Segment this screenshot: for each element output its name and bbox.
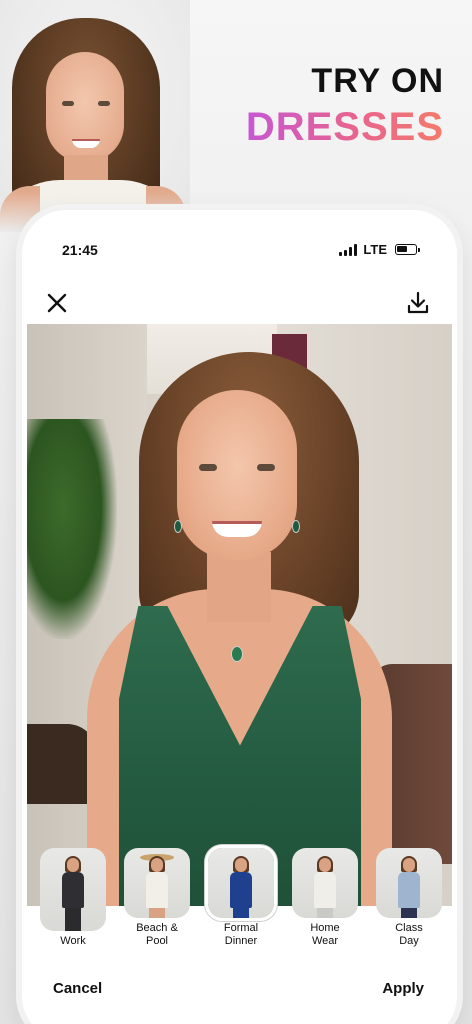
headline-line2: DRESSES — [245, 105, 444, 149]
outfit-top-icon — [314, 872, 336, 908]
outfit-option[interactable]: Class Day — [372, 848, 446, 948]
model-head-icon — [235, 858, 247, 872]
status-time: 21:45 — [62, 242, 98, 258]
class-outfit-thumbnail — [376, 848, 442, 918]
necklace-pendant — [231, 646, 243, 662]
action-bar: Cancel Apply — [22, 980, 457, 1010]
battery-icon — [395, 244, 420, 255]
page: TRY ON DRESSES 21:45 LTE Work Beach & Po… — [0, 0, 472, 1024]
network-label: LTE — [363, 242, 387, 257]
outfit-label: Formal Dinner — [223, 922, 259, 947]
work-outfit-thumbnail — [40, 848, 106, 931]
battery-fill — [397, 246, 407, 252]
signal-icon — [339, 243, 358, 256]
formal-outfit-thumbnail — [208, 848, 274, 918]
earring-right — [292, 520, 300, 533]
outfit-label: Beach & Pool — [136, 922, 178, 947]
room-plant — [27, 419, 117, 639]
outfit-option[interactable]: Beach & Pool — [120, 848, 194, 948]
close-button[interactable] — [44, 290, 70, 316]
model-head-icon — [403, 858, 415, 872]
outfit-selector: Work Beach & Pool Formal Dinner Home Wear Class… — [36, 848, 446, 948]
model-head-icon — [67, 858, 79, 872]
model-eye-right — [257, 464, 275, 471]
outfit-option[interactable]: Work — [36, 848, 110, 948]
outfit-label: Work — [60, 935, 86, 947]
selfie-eye-left — [62, 101, 74, 106]
headline: TRY ON DRESSES — [246, 62, 444, 150]
beach-outfit-thumbnail — [124, 848, 190, 918]
close-icon — [47, 293, 67, 313]
outfit-top-icon — [62, 872, 84, 908]
selfie-photo — [0, 0, 190, 232]
model-head-icon — [319, 858, 331, 872]
cancel-button[interactable]: Cancel — [53, 980, 102, 997]
apply-button[interactable]: Apply — [382, 980, 424, 997]
outfit-top-icon — [146, 872, 168, 908]
outfit-label: Home Wear — [310, 922, 340, 947]
top-bar — [22, 284, 457, 324]
download-button[interactable] — [405, 290, 431, 316]
outfit-option[interactable]: Formal Dinner — [204, 848, 278, 948]
home-outfit-thumbnail — [292, 848, 358, 918]
status-bar: 21:45 LTE — [22, 210, 457, 290]
try-on-photo — [27, 324, 452, 909]
selfie-eye-right — [98, 101, 110, 106]
status-indicators: LTE — [339, 242, 420, 257]
model-head-icon — [151, 858, 163, 872]
earring-left — [174, 520, 182, 533]
headline-line1: TRY ON — [311, 62, 444, 100]
model-eye-left — [199, 464, 217, 471]
download-icon — [407, 291, 429, 314]
model-neck — [207, 552, 271, 622]
phone-mockup: 21:45 LTE Work Beach & Pool Formal Dinne… — [22, 210, 457, 1024]
outfit-top-icon — [230, 872, 252, 908]
outfit-option[interactable]: Home Wear — [288, 848, 362, 948]
outfit-label: Class Day — [395, 922, 423, 947]
outfit-bottom-icon — [65, 906, 81, 931]
outfit-top-icon — [398, 872, 420, 908]
